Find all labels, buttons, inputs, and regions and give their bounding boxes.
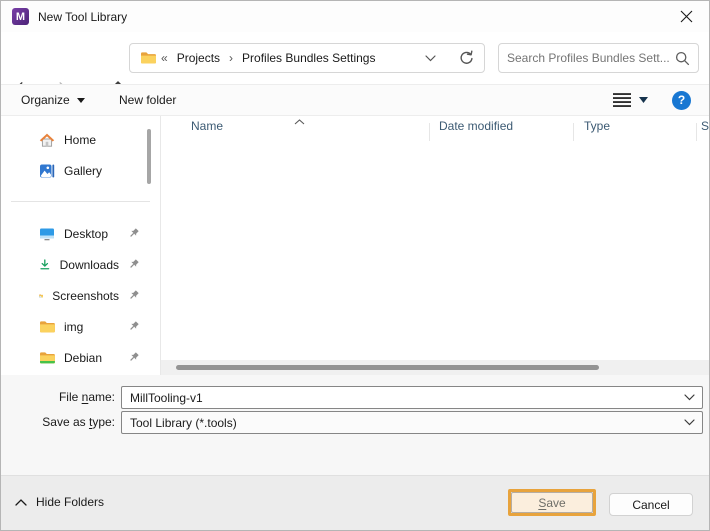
cancel-label: Cancel [632, 498, 669, 512]
sort-ascending-icon [294, 114, 305, 128]
chevron-down-icon [77, 98, 85, 103]
column-header-size[interactable]: Si [701, 119, 710, 133]
sidebar-item-desktop[interactable]: Desktop [1, 218, 160, 249]
sidebar-item-debian[interactable]: Debian [1, 342, 160, 373]
sidebar-item-img[interactable]: img [1, 311, 160, 342]
hide-folders-label: Hide Folders [36, 495, 104, 509]
sidebar-scrollbar-thumb[interactable] [147, 129, 151, 184]
pin-icon [128, 321, 140, 333]
sidebar-item-label: Screenshots [52, 289, 119, 303]
sidebar-item-label: Debian [64, 351, 102, 365]
window-title: New Tool Library [38, 10, 127, 24]
pin-icon [128, 259, 140, 271]
close-button[interactable] [663, 1, 709, 32]
refresh-button[interactable] [458, 50, 474, 66]
column-header-type[interactable]: Type [584, 119, 610, 133]
sidebar-item-downloads[interactable]: Downloads [1, 249, 160, 280]
list-view-icon [612, 92, 632, 108]
new-folder-button[interactable]: New folder [119, 85, 176, 115]
new-folder-label: New folder [119, 93, 176, 107]
pin-icon [128, 352, 140, 364]
chevron-down-icon [684, 419, 695, 426]
cloud-folder-icon [39, 289, 43, 303]
column-separator[interactable] [573, 123, 574, 141]
sidebar-item-label: Gallery [64, 164, 102, 178]
file-name-panel: File name: Save as type: Tool Library (*… [1, 375, 709, 475]
search-icon[interactable] [675, 51, 690, 66]
horizontal-scrollbar[interactable] [161, 360, 709, 375]
desktop-icon [39, 226, 55, 242]
save-as-type-dropdown-button[interactable] [676, 419, 702, 426]
command-toolbar: Organize New folder ? [1, 84, 709, 116]
save-button[interactable]: Save [511, 492, 593, 513]
sidebar-item-screenshots[interactable]: Screenshots [1, 280, 160, 311]
breadcrumb-item-current[interactable]: Profiles Bundles Settings [242, 51, 375, 65]
address-dropdown-button[interactable] [425, 55, 436, 62]
organize-button[interactable]: Organize [21, 85, 85, 115]
file-name-label: File name: [1, 386, 115, 409]
file-name-input[interactable] [122, 391, 676, 405]
column-header-date-modified[interactable]: Date modified [439, 119, 513, 133]
search-input[interactable] [507, 51, 675, 65]
refresh-icon [458, 50, 474, 66]
sidebar-item-label: Desktop [64, 227, 108, 241]
address-bar[interactable]: « Projects › Profiles Bundles Settings [129, 43, 485, 73]
title-bar: M New Tool Library [1, 1, 709, 32]
sidebar-item-home[interactable]: Home [1, 124, 160, 155]
organize-label: Organize [21, 93, 70, 107]
app-icon: M [12, 8, 29, 25]
gallery-icon [39, 163, 55, 179]
folder-icon [140, 51, 157, 65]
horizontal-scrollbar-thumb[interactable] [176, 365, 599, 370]
file-list: Name Date modified Type Si [161, 116, 709, 375]
downloads-icon [39, 257, 51, 273]
column-header-name[interactable]: Name [191, 119, 223, 133]
hide-folders-button[interactable]: Hide Folders [15, 495, 104, 509]
navigation-bar: « Projects › Profiles Bundles Settings [1, 32, 709, 84]
save-as-type-label: Save as type: [1, 411, 115, 434]
column-separator[interactable] [429, 123, 430, 141]
view-options-button[interactable] [612, 85, 632, 115]
help-button[interactable]: ? [672, 85, 691, 115]
sidebar-item-label: Downloads [60, 258, 119, 272]
breadcrumb-double-chevron[interactable]: « [161, 51, 168, 65]
linux-folder-icon [39, 351, 55, 365]
sidebar-separator [11, 201, 150, 202]
sidebar-item-label: img [64, 320, 83, 334]
chevron-up-icon [15, 499, 27, 506]
chevron-down-icon [684, 394, 695, 401]
pin-icon [128, 290, 140, 302]
save-as-type-value: Tool Library (*.tools) [122, 416, 676, 430]
save-button-highlight: Save [508, 489, 596, 516]
navigation-pane: Home Gallery Desktop Downloads Screensho… [1, 116, 160, 375]
chevron-down-icon [425, 55, 436, 62]
search-box [498, 43, 699, 73]
file-name-dropdown-button[interactable] [676, 394, 702, 401]
column-separator[interactable] [696, 123, 697, 141]
breadcrumb-item-projects[interactable]: Projects [177, 51, 220, 65]
sidebar-item-label: Home [64, 133, 96, 147]
file-name-combobox [121, 386, 703, 409]
pin-icon [128, 228, 140, 240]
help-icon: ? [672, 91, 691, 110]
close-icon [680, 10, 693, 23]
save-as-type-combobox[interactable]: Tool Library (*.tools) [121, 411, 703, 434]
save-as-dialog: M New Tool Library « Projects › Profiles… [0, 0, 710, 531]
home-icon [39, 132, 55, 148]
view-dropdown-button[interactable] [639, 85, 648, 115]
breadcrumb-separator: › [229, 51, 233, 65]
chevron-down-icon [639, 97, 648, 103]
dialog-footer: Hide Folders Save Cancel [1, 475, 709, 531]
folder-icon [39, 320, 55, 334]
sidebar-item-gallery[interactable]: Gallery [1, 155, 160, 186]
cancel-button[interactable]: Cancel [609, 493, 693, 516]
